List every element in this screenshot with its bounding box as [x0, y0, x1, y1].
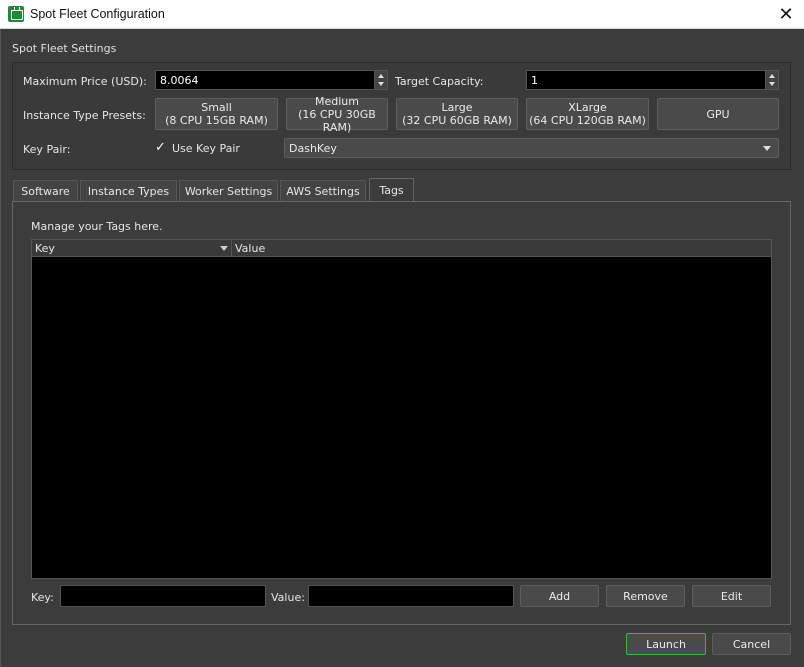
column-header-key[interactable]: Key — [32, 240, 232, 256]
launch-button[interactable]: Launch — [626, 633, 706, 655]
tab-software[interactable]: Software — [13, 180, 78, 201]
remove-tag-button[interactable]: Remove — [606, 585, 685, 607]
key-pair-dropdown[interactable]: DashKey — [284, 138, 779, 158]
tags-table[interactable]: Key Value — [31, 239, 772, 579]
tags-table-header: Key Value — [32, 240, 771, 257]
preset-detail: (32 CPU 60GB RAM) — [402, 114, 512, 127]
preset-name: Large — [441, 101, 473, 114]
preset-gpu-button[interactable]: GPU — [657, 98, 779, 130]
edit-tag-button[interactable]: Edit — [692, 585, 771, 607]
close-icon[interactable]: ✕ — [768, 0, 804, 29]
max-price-spinbox[interactable]: 8.0064 — [155, 70, 388, 90]
target-capacity-spinbox[interactable]: 1 — [526, 70, 779, 90]
column-key-label: Key — [35, 242, 55, 255]
instance-presets-label: Instance Type Presets: — [23, 109, 146, 122]
preset-detail: (8 CPU 15GB RAM) — [165, 114, 268, 127]
app-icon — [8, 6, 24, 22]
preset-xlarge-button[interactable]: XLarge (64 CPU 120GB RAM) — [526, 98, 649, 130]
preset-name: Small — [201, 101, 232, 114]
target-capacity-label: Target Capacity: — [395, 75, 484, 88]
column-value-label: Value — [235, 242, 266, 255]
tab-worker-settings[interactable]: Worker Settings — [179, 180, 278, 201]
target-capacity-value: 1 — [531, 74, 538, 87]
window-title: Spot Fleet Configuration — [30, 7, 165, 21]
use-key-pair-label[interactable]: Use Key Pair — [172, 142, 240, 155]
tab-tags[interactable]: Tags — [369, 178, 414, 202]
tag-value-input[interactable] — [308, 585, 514, 607]
preset-detail: (64 CPU 120GB RAM) — [529, 114, 646, 127]
max-price-stepper[interactable] — [374, 71, 387, 89]
use-key-pair-checkbox[interactable]: ✓ — [155, 141, 168, 154]
down-arrow-icon[interactable] — [378, 82, 384, 86]
sort-arrow-icon — [220, 246, 228, 251]
max-price-label: Maximum Price (USD): — [23, 75, 147, 88]
preset-detail: (16 CPU 30GB RAM) — [298, 107, 376, 134]
preset-name: Medium — [315, 94, 359, 108]
preset-small-button[interactable]: Small (8 CPU 15GB RAM) — [155, 98, 278, 130]
max-price-value: 8.0064 — [160, 74, 199, 87]
preset-large-button[interactable]: Large (32 CPU 60GB RAM) — [396, 98, 518, 130]
preset-name: GPU — [706, 107, 730, 121]
up-arrow-icon[interactable] — [769, 74, 775, 78]
value-field-label: Value: — [271, 591, 305, 604]
down-arrow-icon[interactable] — [769, 82, 775, 86]
tab-aws-settings[interactable]: AWS Settings — [280, 180, 366, 201]
preset-medium-button[interactable]: Medium (16 CPU 30GB RAM) — [286, 94, 388, 134]
key-pair-value: DashKey — [289, 142, 337, 155]
manage-tags-text: Manage your Tags here. — [31, 220, 163, 233]
title-bar: Spot Fleet Configuration ✕ — [0, 0, 804, 29]
up-arrow-icon[interactable] — [378, 74, 384, 78]
tab-instance-types[interactable]: Instance Types — [80, 180, 177, 201]
spot-fleet-settings-label: Spot Fleet Settings — [12, 42, 117, 55]
preset-name: XLarge — [568, 101, 607, 114]
cancel-button[interactable]: Cancel — [712, 633, 791, 655]
target-capacity-stepper[interactable] — [765, 71, 778, 89]
window-edge — [0, 0, 1, 667]
tag-key-input[interactable] — [60, 585, 266, 607]
add-tag-button[interactable]: Add — [520, 585, 599, 607]
key-field-label: Key: — [31, 591, 54, 604]
key-pair-label: Key Pair: — [23, 143, 71, 156]
chevron-down-icon[interactable] — [763, 146, 771, 151]
